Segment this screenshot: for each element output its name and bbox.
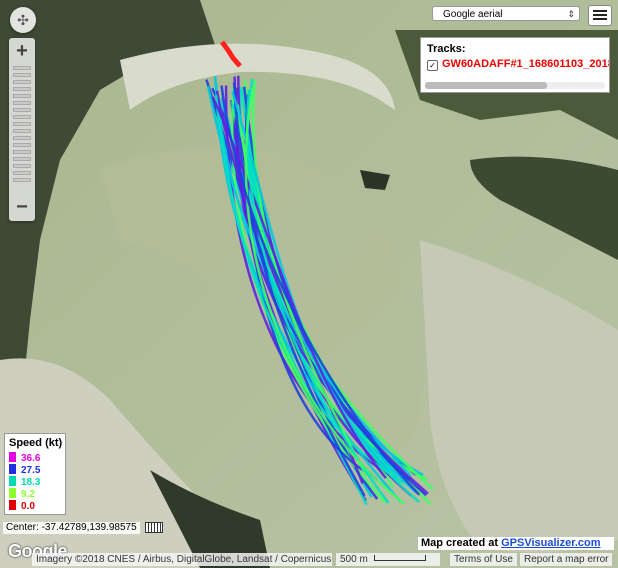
map-canvas[interactable]: ✣ + − Google aerial ⇕ Tracks: ✓ GW60ADAFF… (0, 0, 618, 568)
zoom-slider[interactable] (13, 66, 31, 190)
legend-item: 36.6 (9, 452, 40, 464)
chevron-updown-icon: ⇕ (567, 9, 575, 19)
legend-item: 0.0 (9, 500, 35, 512)
track-name[interactable]: GW60ADAFF#1_168601103_2018 (442, 58, 609, 70)
imagery-attribution: Imagery ©2018 CNES / Airbus, DigitalGlob… (32, 553, 332, 566)
track-checkbox[interactable]: ✓ (427, 60, 438, 71)
track-start-segment (220, 40, 242, 68)
track-row[interactable]: ✓ GW60ADAFF#1_168601103_2018 (427, 58, 609, 71)
speed-legend: Speed (kt) 36.6 27.5 18.3 9.2 0.0 (4, 433, 66, 515)
tracks-header: Tracks: (427, 43, 466, 55)
legend-item: 9.2 (9, 488, 35, 500)
zoom-out-button[interactable]: − (9, 196, 35, 218)
tracks-panel: Tracks: ✓ GW60ADAFF#1_168601103_2018 (420, 37, 610, 93)
center-coordinates: Center: -37.42789,139.98575 (3, 522, 140, 534)
compass-icon[interactable]: ✣ (10, 7, 36, 33)
report-error-link[interactable]: Report a map error (520, 553, 613, 566)
hamburger-icon (593, 10, 607, 12)
ruler-icon[interactable] (145, 522, 163, 533)
map-created-credit: Map created at GPSVisualizer.com (418, 537, 614, 550)
gpsvisualizer-link[interactable]: GPSVisualizer.com (501, 537, 600, 549)
tracks-scrollbar[interactable] (425, 82, 605, 89)
scale-label: 500 m (340, 554, 368, 565)
menu-button[interactable] (588, 5, 612, 26)
scale-bar: 500 m (336, 553, 440, 566)
legend-title: Speed (kt) (9, 437, 63, 449)
terms-link[interactable]: Terms of Use (450, 553, 517, 566)
zoom-in-button[interactable]: + (9, 40, 35, 62)
legend-item: 18.3 (9, 476, 40, 488)
scroll-thumb[interactable] (425, 82, 547, 89)
track-segment (231, 103, 420, 503)
map-footer: Imagery ©2018 CNES / Airbus, DigitalGlob… (0, 553, 618, 568)
map-type-select[interactable]: Google aerial ⇕ (432, 6, 580, 21)
legend-item: 27.5 (9, 464, 40, 476)
map-type-value: Google aerial (443, 9, 503, 20)
zoom-control[interactable]: + − (9, 38, 35, 221)
